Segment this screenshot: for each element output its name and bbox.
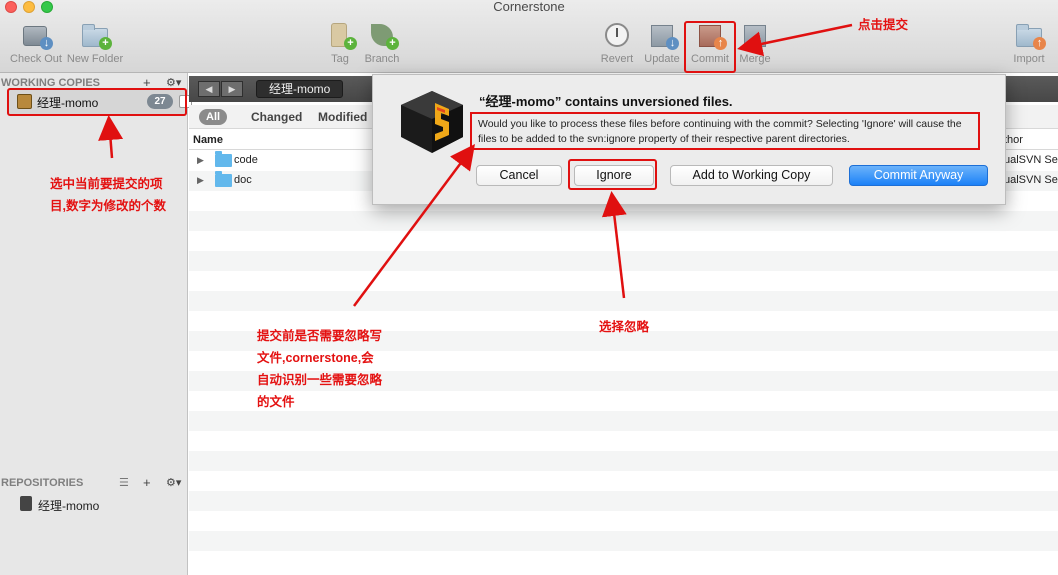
revert-icon xyxy=(602,20,632,50)
import-icon: ↑ xyxy=(1014,20,1046,50)
filter-all[interactable]: All xyxy=(199,109,228,125)
empty-row xyxy=(189,531,1058,551)
empty-row xyxy=(189,411,1058,431)
toolbar: Cornerstone ↓ Check Out + New Folder + T… xyxy=(0,0,1058,73)
disclosure-triangle-icon[interactable]: ▶ xyxy=(197,175,204,186)
repositories-header: REPOSITORIES ☰ + ⚙▾ xyxy=(1,474,182,492)
commit-anyway-button[interactable]: Commit Anyway xyxy=(849,165,988,186)
cancel-button[interactable]: Cancel xyxy=(476,165,562,186)
working-copy-highlight xyxy=(7,88,187,116)
filter-modified[interactable]: Modified xyxy=(318,110,367,124)
empty-row xyxy=(189,491,1058,511)
annotation-select-project: 选中当前要提交的项 目,数字为修改的个数 xyxy=(50,177,166,213)
empty-row xyxy=(189,431,1058,451)
empty-row xyxy=(189,231,1058,251)
check-out-icon: ↓ xyxy=(21,20,53,50)
dialog-title: “经理-momo” contains unversioned files. xyxy=(479,94,733,109)
merge-icon xyxy=(740,20,770,50)
empty-row xyxy=(189,471,1058,491)
update-icon: ↓ xyxy=(647,20,679,50)
filter-changed[interactable]: Changed xyxy=(251,110,302,124)
empty-row xyxy=(189,451,1058,471)
empty-row xyxy=(189,291,1058,311)
ignore-highlight xyxy=(568,159,657,190)
breadcrumb[interactable]: 经理-momo xyxy=(256,80,344,98)
check-out-button[interactable]: ↓ Check Out xyxy=(3,20,69,65)
empty-row xyxy=(189,271,1058,291)
empty-row xyxy=(189,251,1058,271)
empty-row xyxy=(189,551,1058,571)
folder-icon xyxy=(215,171,232,187)
annotation-ignore-note: 提交前是否需要忽略写 文件,cornerstone,会 自动识别一些需要忽略 的… xyxy=(257,329,383,409)
add-to-working-copy-button[interactable]: Add to Working Copy xyxy=(670,165,833,186)
forward-button[interactable]: ▶ xyxy=(221,81,243,97)
annotation-choose-ignore: 选择忽略 xyxy=(599,320,650,334)
repository-label: 经理-momo xyxy=(38,499,100,513)
add-repository-button[interactable]: + xyxy=(143,474,151,492)
import-button[interactable]: ↑ Import xyxy=(996,20,1058,65)
repository-gear-icon[interactable]: ⚙▾ xyxy=(166,474,181,492)
annotation-click-commit: 点击提交 xyxy=(858,18,909,32)
new-folder-button[interactable]: + New Folder xyxy=(62,20,128,65)
branch-icon: + xyxy=(367,20,399,50)
dialog-message: Would you like to process these files be… xyxy=(470,112,980,150)
list-view-icon[interactable]: ☰ xyxy=(119,474,129,492)
empty-row xyxy=(189,511,1058,531)
new-folder-icon: + xyxy=(80,20,112,50)
empty-row xyxy=(189,211,1058,231)
commit-highlight xyxy=(684,21,736,73)
column-author[interactable]: thor xyxy=(1004,134,1023,146)
repository-icon xyxy=(20,496,32,511)
disclosure-triangle-icon[interactable]: ▶ xyxy=(197,155,204,166)
cornerstone-logo-icon xyxy=(401,91,463,153)
folder-icon xyxy=(215,151,232,167)
window-title: Cornerstone xyxy=(493,0,565,14)
back-button[interactable]: ◀ xyxy=(198,81,220,97)
unversioned-files-dialog: “经理-momo” contains unversioned files. Wo… xyxy=(372,74,1006,205)
column-name[interactable]: Name xyxy=(193,134,223,146)
branch-button[interactable]: + Branch xyxy=(349,20,415,65)
